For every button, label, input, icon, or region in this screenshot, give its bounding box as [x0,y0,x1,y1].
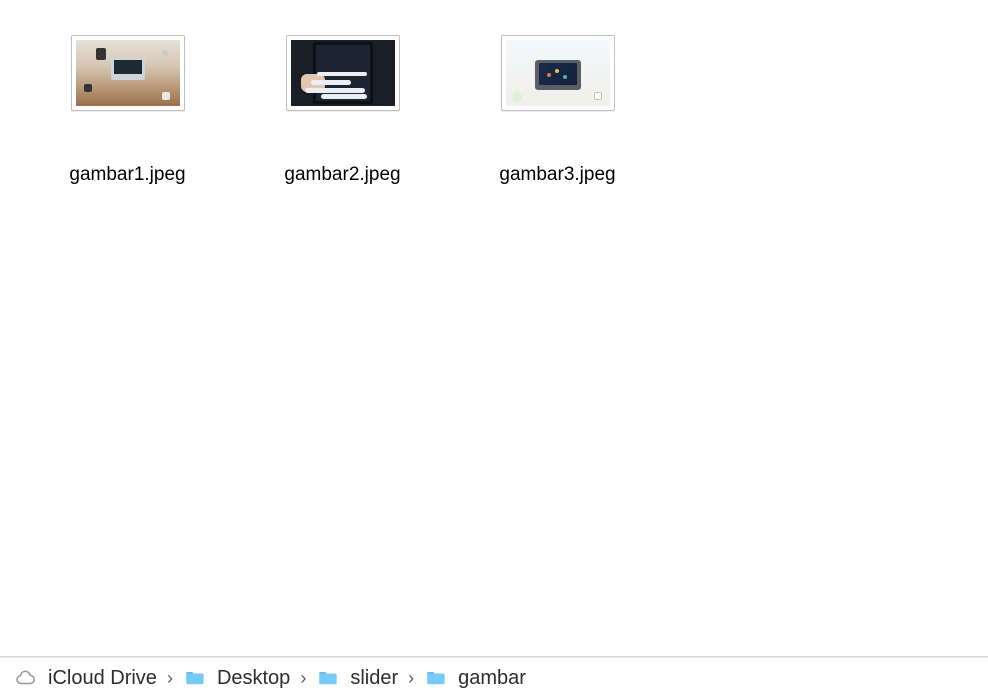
file-name[interactable]: gambar2.jpeg [284,164,400,187]
file-name[interactable]: gambar1.jpeg [69,164,185,187]
file-thumbnail [286,35,400,111]
file-thumbnail-frame[interactable] [68,28,188,118]
thumbnail-image [291,40,395,106]
path-bar: iCloud Drive › Desktop › slider › g [0,657,988,698]
file-item[interactable]: gambar2.jpeg [235,28,450,187]
file-thumbnail-frame[interactable] [283,28,403,118]
file-item[interactable]: gambar3.jpeg [450,28,665,187]
file-thumbnail-frame[interactable] [498,28,618,118]
file-item[interactable]: gambar1.jpeg [20,28,235,187]
cloud-icon [14,666,38,690]
folder-icon [424,666,448,690]
path-segment-gambar[interactable]: gambar [424,666,526,690]
path-segment-icloud[interactable]: iCloud Drive [14,666,157,690]
file-thumbnail [501,35,615,111]
path-segment-desktop[interactable]: Desktop [183,666,290,690]
file-name[interactable]: gambar3.jpeg [499,164,615,187]
path-label: slider [350,668,398,688]
file-thumbnail [71,35,185,111]
file-grid[interactable]: gambar1.jpeg gambar2.jpeg [0,0,988,657]
path-separator-icon: › [165,668,175,689]
path-label: iCloud Drive [48,668,157,688]
thumbnail-image [76,40,180,106]
folder-icon [316,666,340,690]
folder-icon [183,666,207,690]
path-separator-icon: › [298,668,308,689]
path-label: gambar [458,668,526,688]
path-separator-icon: › [406,668,416,689]
path-segment-slider[interactable]: slider [316,666,398,690]
thumbnail-image [506,40,610,106]
path-label: Desktop [217,668,290,688]
